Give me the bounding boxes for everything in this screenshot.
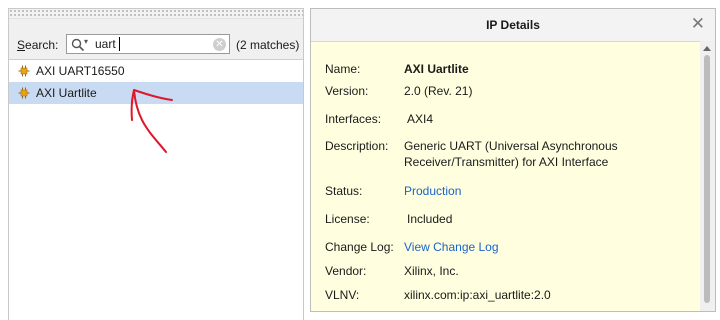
text-caret [119, 37, 120, 51]
search-input[interactable] [95, 36, 205, 52]
result-item-label: AXI UART16550 [36, 64, 125, 78]
ip-core-icon [18, 87, 30, 99]
result-item-label: AXI Uartlite [36, 86, 97, 100]
close-icon[interactable]: ✕ [691, 15, 705, 33]
field-label: Vendor: [325, 264, 367, 278]
magnifier-icon[interactable] [71, 38, 85, 52]
search-bar: Search: ▾ ✕ (2 matches) [9, 19, 303, 60]
status-link[interactable]: Production [404, 183, 693, 199]
scrollbar-thumb[interactable] [704, 55, 710, 303]
ip-core-icon [18, 65, 30, 77]
field-label: License: [325, 212, 370, 226]
clear-search-icon[interactable]: ✕ [213, 38, 226, 51]
ip-name-value: AXI Uartlite [404, 62, 469, 76]
field-label: Interfaces: [325, 112, 382, 126]
field-value: AXI4 [407, 112, 434, 126]
panel-title: IP Details [486, 18, 540, 32]
field-label: Version: [325, 84, 369, 98]
result-item-axi-uart16550[interactable]: AXI UART16550 [9, 60, 303, 82]
field-label: Description: [325, 139, 389, 153]
search-options-chevron-icon[interactable]: ▾ [84, 37, 88, 46]
field-label: Status: [325, 184, 363, 198]
field-value: Generic UART (Universal Asynchronous Rec… [404, 139, 618, 169]
result-item-axi-uartlite[interactable]: AXI Uartlite [9, 82, 303, 104]
ip-details-panel: IP Details ✕ Name: AXI Uartlite Version:… [310, 8, 716, 312]
field-value: Included [407, 212, 453, 226]
ip-catalog-panel: Search: ▾ ✕ (2 matches) AXI UAR [8, 8, 304, 320]
panel-header: IP Details ✕ [311, 9, 715, 42]
field-value: xilinx.com:ip:axi_uartlite:2.0 [404, 288, 551, 302]
field-label: VLNV: [325, 288, 360, 302]
vertical-scrollbar[interactable] [700, 41, 715, 311]
field-value: 2.0 (Rev. 21) [404, 84, 473, 98]
ip-details-content: Name: AXI Uartlite Version: 2.0 (Rev. 21… [311, 41, 699, 311]
match-count: (2 matches) [236, 38, 300, 52]
result-list: AXI UART16550 AXI Uartlite [9, 60, 303, 104]
field-label: Name: [325, 62, 361, 76]
field-value: Xilinx, Inc. [404, 264, 459, 278]
field-value: AXI Uartlite [404, 61, 693, 77]
view-change-log-link[interactable]: View Change Log [404, 239, 693, 255]
panel-drag-grip[interactable] [9, 9, 303, 19]
search-label: Search: [17, 38, 59, 52]
field-label: Change Log: [325, 240, 394, 254]
search-box[interactable]: ▾ ✕ [66, 34, 230, 54]
scroll-up-arrow-icon[interactable] [703, 46, 711, 51]
